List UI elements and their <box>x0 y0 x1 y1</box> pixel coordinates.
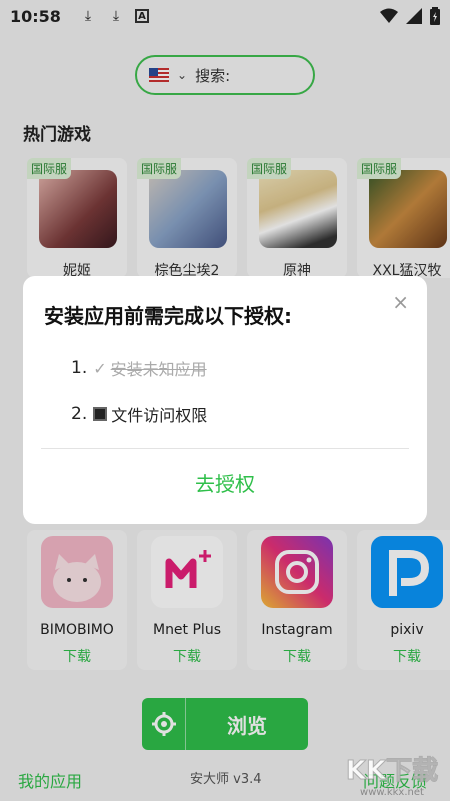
permission-item-unknown-apps: 1. ✓ 安装未知应用 <box>71 356 207 380</box>
permission-dialog: 安装应用前需完成以下授权: × 1. ✓ 安装未知应用 2. 文件访问权限 去授… <box>23 276 427 524</box>
close-icon[interactable]: × <box>392 290 409 314</box>
dialog-title: 安装应用前需完成以下授权: <box>44 304 292 328</box>
item-number: 2. <box>71 404 88 424</box>
item-number: 1. <box>71 358 88 378</box>
authorize-button[interactable]: 去授权 <box>23 468 427 497</box>
item-text: 安装未知应用 <box>110 360 207 379</box>
checkbox-icon <box>93 407 108 421</box>
divider <box>41 448 409 449</box>
checkmark-icon: ✓ <box>93 358 107 378</box>
watermark: KK下载 www.kkx.net <box>340 749 444 799</box>
permission-item-file-access: 2. 文件访问权限 <box>71 402 207 426</box>
item-text: 文件访问权限 <box>111 406 208 425</box>
watermark-logo: KK下载 <box>346 756 438 786</box>
watermark-url: www.kkx.net <box>360 787 424 798</box>
